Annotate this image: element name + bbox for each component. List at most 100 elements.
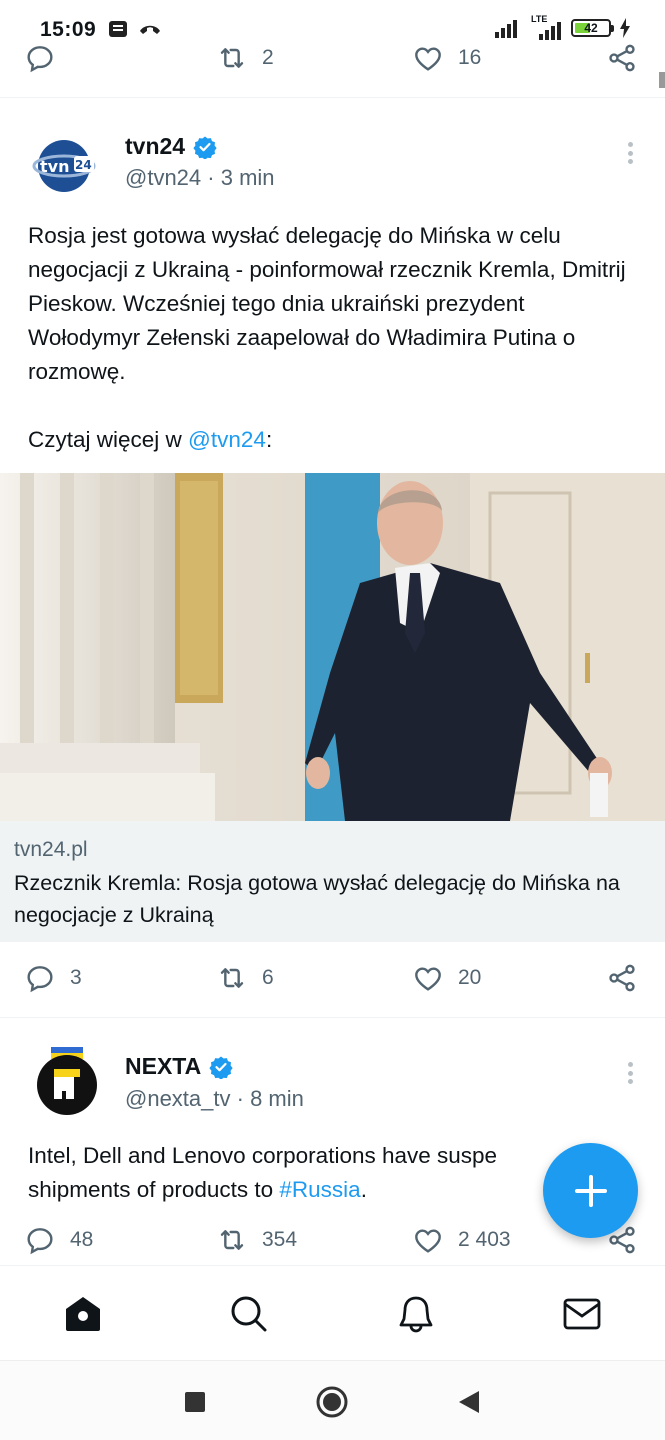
lte-signal-icon: LTE — [529, 14, 563, 40]
retweet-button[interactable]: 354 — [216, 1224, 297, 1256]
retweet-button[interactable]: 6 — [216, 962, 274, 994]
home-button[interactable] — [315, 1385, 349, 1419]
card-title: Rzecznik Kremla: Rosja gotowa wysłać del… — [14, 871, 620, 927]
card-photo — [0, 473, 665, 821]
battery-icon: 42 — [571, 19, 614, 37]
reply-button[interactable]: 48 — [24, 1224, 93, 1256]
more-options-button[interactable] — [622, 139, 638, 167]
read-more-prefix: Czytaj więcej w — [28, 427, 189, 452]
separator-dot: · — [207, 165, 215, 190]
read-more-suffix: : — [265, 427, 273, 452]
tweet-read-more: Czytaj więcej w @tvn24: — [28, 423, 638, 457]
link-card-image[interactable] — [0, 473, 665, 821]
share-icon — [609, 964, 635, 992]
divider — [0, 1017, 665, 1018]
previous-tweet-actions: 2 16 — [0, 42, 665, 82]
author-row: NEXTA — [125, 1053, 233, 1080]
status-left-icons — [108, 20, 162, 38]
heart-icon — [415, 967, 441, 991]
back-button[interactable] — [452, 1385, 486, 1419]
like-button[interactable]: 16 — [412, 42, 481, 74]
like-button[interactable]: 2 403 — [412, 1224, 511, 1256]
reply-button[interactable] — [24, 42, 56, 74]
svg-text:tvn: tvn — [40, 157, 69, 176]
plus-icon — [574, 1174, 607, 1207]
share-button[interactable] — [606, 962, 638, 994]
separator-dot: · — [236, 1086, 244, 1111]
signal-icon — [495, 20, 517, 38]
nav-search[interactable] — [229, 1294, 269, 1334]
more-options-button[interactable] — [622, 1059, 638, 1087]
tweet-body: Rosja jest gotowa wysłać delegację do Mi… — [28, 223, 626, 384]
recents-button[interactable] — [178, 1385, 212, 1419]
tweet-body-mid: shipments of products to — [28, 1177, 280, 1202]
svg-text:24: 24 — [75, 158, 92, 172]
tweet-time: 8 min — [250, 1086, 304, 1111]
avatar-nexta[interactable] — [36, 1047, 98, 1115]
home-circle-icon — [316, 1386, 348, 1418]
notification-app-icon — [109, 21, 127, 37]
retweet-count: 6 — [262, 966, 274, 989]
share-icon — [609, 44, 635, 72]
recents-icon — [185, 1392, 205, 1412]
scrollbar-thumb[interactable] — [659, 72, 665, 88]
retweet-icon — [220, 1230, 244, 1250]
tweet-body-line2: shipments of products to #Russia. — [28, 1173, 588, 1207]
heart-icon — [415, 1229, 441, 1253]
author-name[interactable]: tvn24 — [125, 133, 185, 160]
call-icon — [140, 25, 160, 34]
retweet-button[interactable]: 2 — [216, 42, 274, 74]
nav-messages[interactable] — [562, 1294, 602, 1334]
author-row: tvn24 — [125, 133, 217, 160]
tvn24-logo: tvn 24 — [29, 129, 99, 199]
retweet-count: 354 — [262, 1228, 298, 1251]
tweet-body-line1: Intel, Dell and Lenovo corporations have… — [28, 1143, 498, 1168]
author-handle[interactable]: @nexta_tv — [125, 1086, 231, 1111]
back-icon — [459, 1391, 479, 1413]
author-name[interactable]: NEXTA — [125, 1053, 201, 1080]
author-handle-row: @tvn24 · 3 min — [125, 165, 275, 191]
status-time: 15:09 — [40, 18, 97, 41]
like-count: 16 — [458, 46, 482, 69]
hashtag-link[interactable]: #Russia — [279, 1177, 360, 1202]
reply-icon — [27, 46, 53, 73]
share-button[interactable] — [606, 42, 638, 74]
tweet-text: Intel, Dell and Lenovo corporations have… — [28, 1139, 588, 1207]
tweet-text: Rosja jest gotowa wysłać delegację do Mi… — [28, 219, 638, 457]
avatar-tvn24[interactable]: tvn 24 — [28, 128, 100, 200]
verified-badge-icon — [209, 1056, 233, 1079]
bottom-navigation — [0, 1265, 665, 1360]
like-button[interactable]: 20 — [412, 962, 481, 994]
charging-icon — [620, 18, 630, 38]
link-card-meta[interactable]: tvn24.pl Rzecznik Kremla: Rosja gotowa w… — [0, 821, 665, 942]
compose-tweet-button[interactable] — [543, 1143, 638, 1238]
heart-icon — [415, 47, 441, 71]
card-domain: tvn24.pl — [14, 838, 88, 861]
retweet-icon — [220, 968, 244, 988]
retweet-icon — [220, 48, 244, 68]
status-right-icons: LTE 42 — [495, 14, 631, 40]
system-navigation-bar — [0, 1360, 665, 1440]
tweet-time: 3 min — [220, 165, 275, 190]
retweet-count: 2 — [262, 46, 274, 69]
author-handle[interactable]: @tvn24 — [125, 165, 201, 190]
reply-count: 3 — [70, 966, 82, 989]
divider — [0, 97, 665, 98]
reply-icon — [27, 1228, 53, 1255]
reply-button[interactable]: 3 — [24, 962, 82, 994]
nav-home[interactable] — [63, 1294, 103, 1334]
tweet-body-suffix: . — [360, 1177, 367, 1202]
nexta-logo — [37, 1047, 97, 1115]
reply-count: 48 — [70, 1228, 94, 1251]
mention-link[interactable]: @tvn24 — [188, 427, 266, 452]
battery-level: 42 — [584, 21, 598, 35]
tweet-actions: 3 6 20 — [0, 962, 665, 1002]
nav-notifications[interactable] — [396, 1294, 436, 1334]
messages-icon — [563, 1298, 601, 1330]
home-icon — [66, 1297, 100, 1331]
author-handle-row: @nexta_tv · 8 min — [125, 1086, 304, 1112]
reply-icon — [27, 966, 53, 993]
like-count: 20 — [458, 966, 482, 989]
verified-badge-icon — [193, 136, 217, 159]
search-icon — [231, 1296, 267, 1332]
